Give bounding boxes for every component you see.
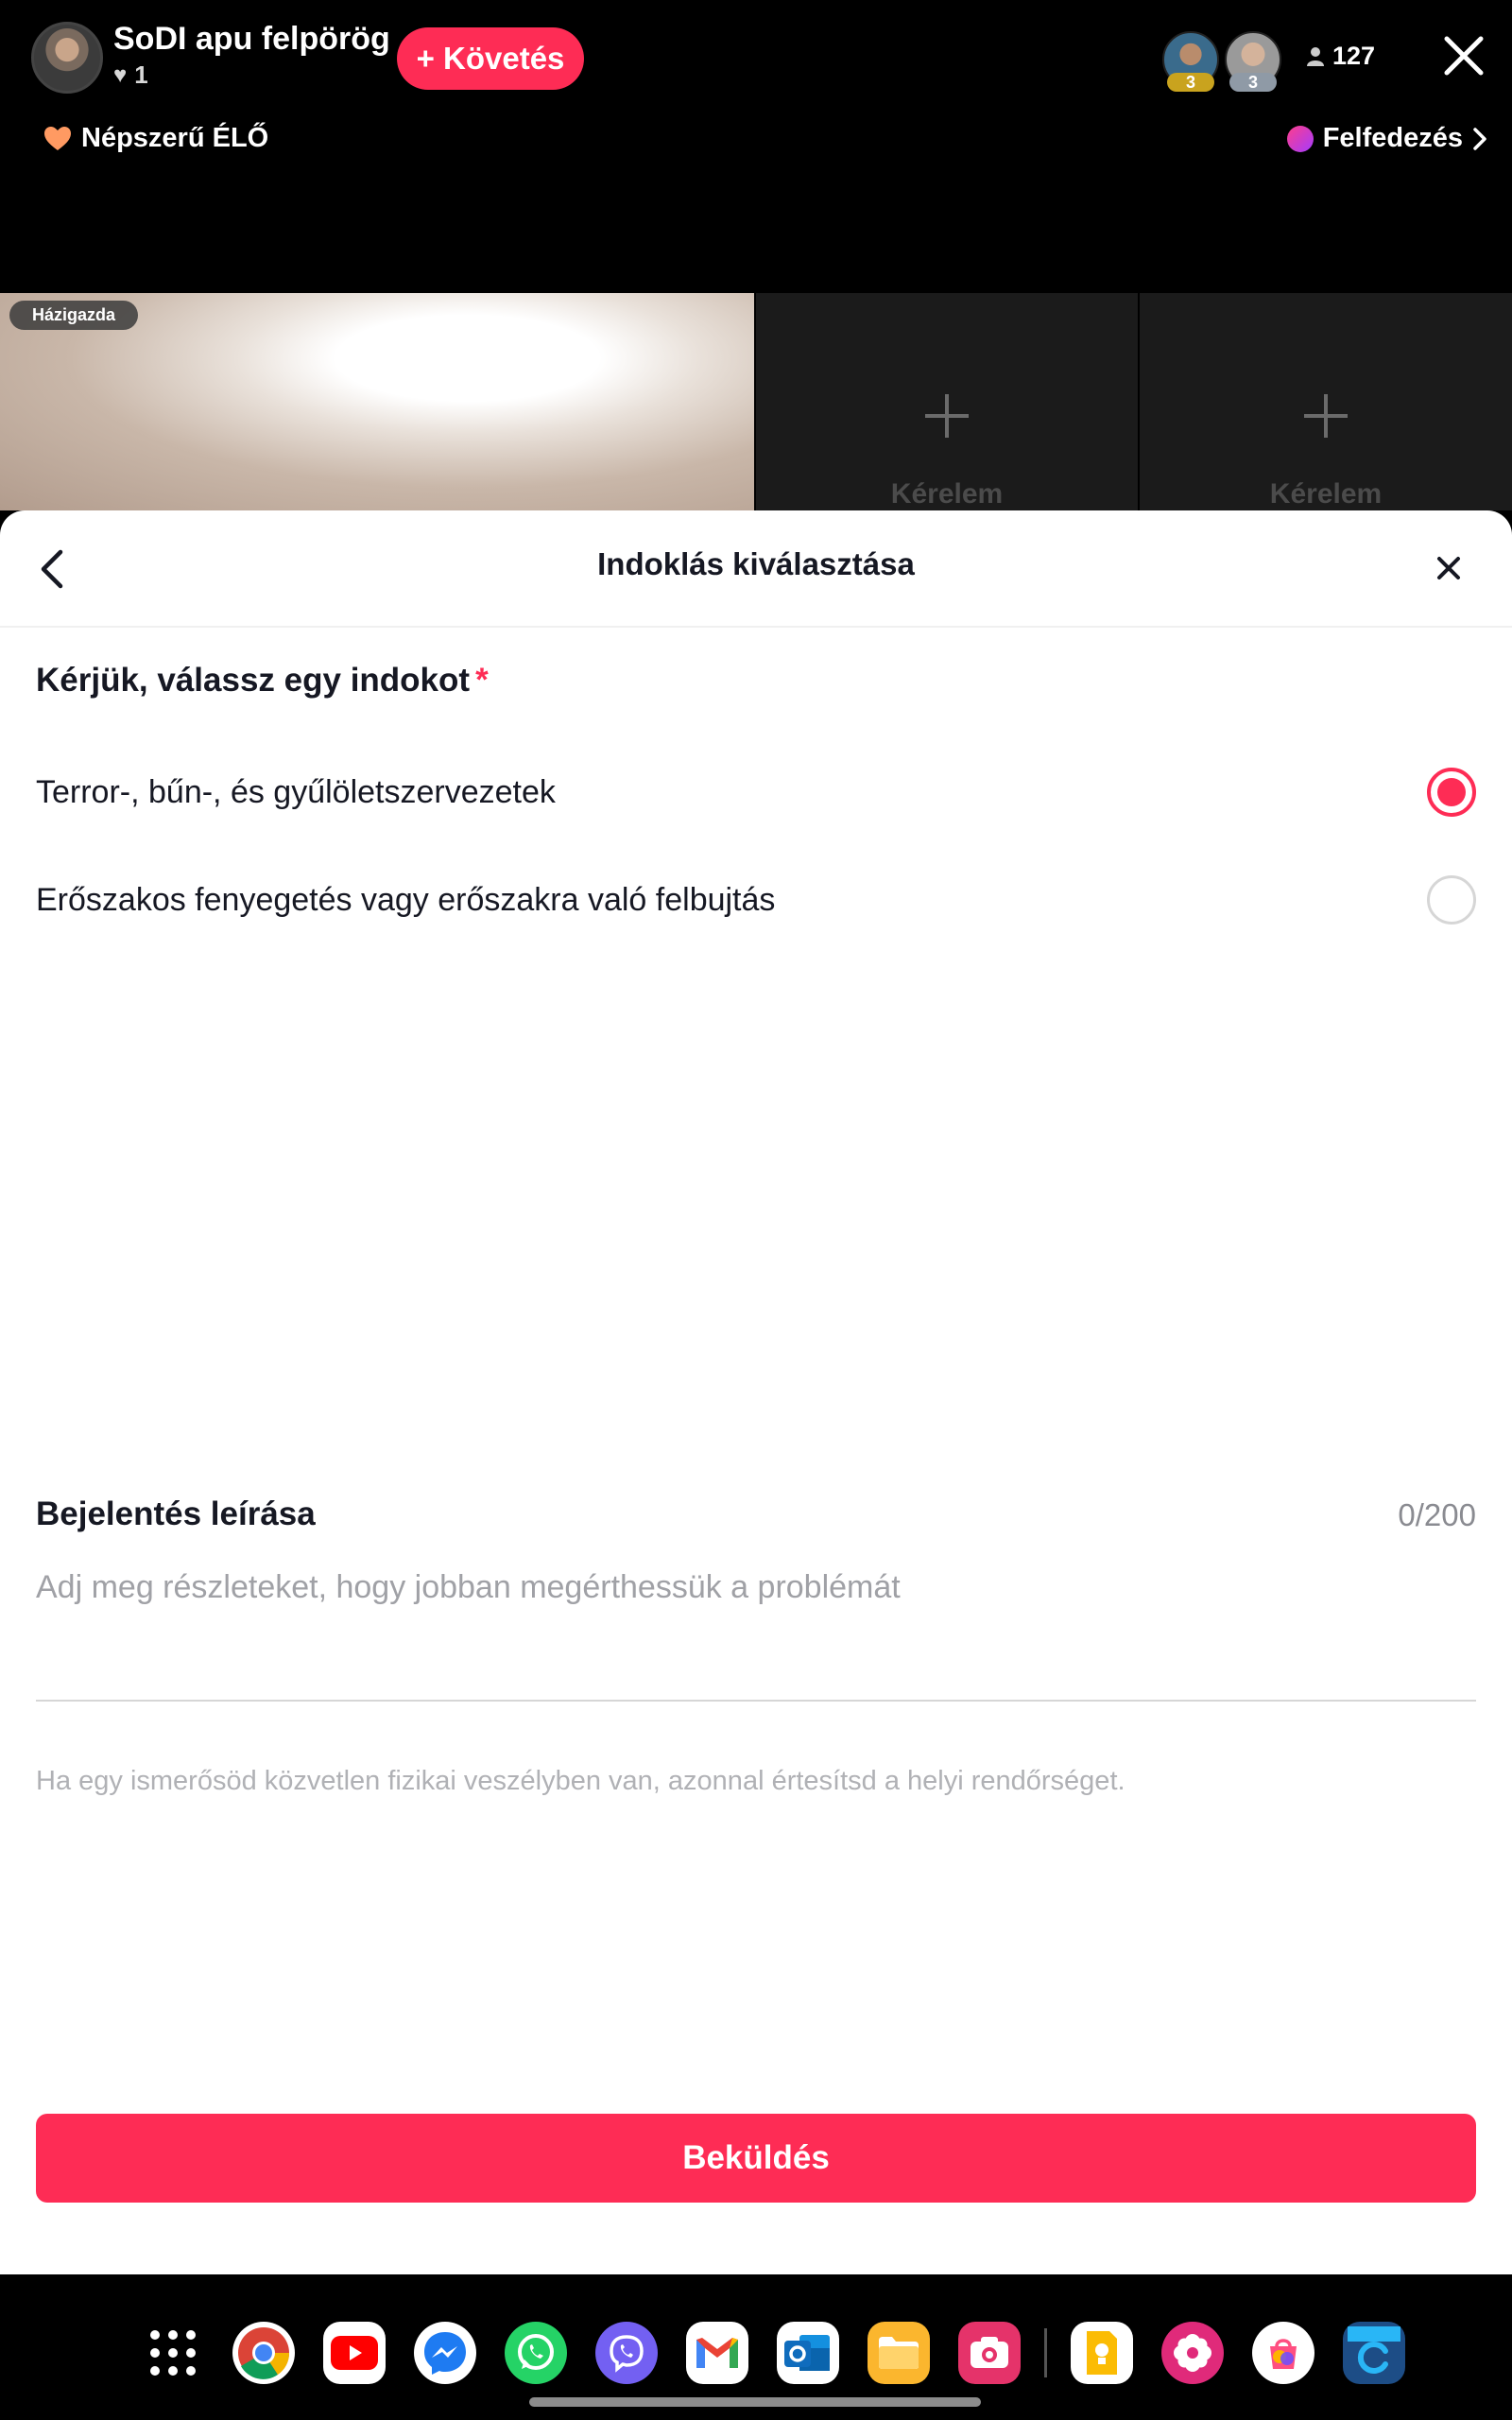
home-indicator[interactable] bbox=[529, 2397, 981, 2407]
sheet-title: Indoklás kiválasztása bbox=[597, 546, 915, 581]
keep-icon[interactable] bbox=[1071, 2322, 1133, 2384]
explore-link[interactable]: Felfedezés bbox=[1286, 123, 1487, 154]
reason-question: Kérjük, válassz egy indokot * bbox=[36, 662, 489, 700]
char-counter: 0/200 bbox=[1398, 1497, 1476, 1532]
guest-slot-label: Kérelem bbox=[1269, 478, 1383, 510]
radio-selected[interactable] bbox=[1427, 768, 1476, 817]
submit-button[interactable]: Beküldés bbox=[36, 2114, 1476, 2203]
chrome-icon[interactable] bbox=[232, 2322, 295, 2384]
viewer-count-value: 127 bbox=[1332, 42, 1376, 70]
whatsapp-icon[interactable] bbox=[505, 2322, 567, 2384]
radio-unselected[interactable] bbox=[1427, 875, 1476, 925]
heart-icon: ♥ bbox=[113, 61, 128, 88]
plus-icon bbox=[1304, 394, 1348, 438]
viewer-avatar[interactable]: 3 bbox=[1225, 31, 1281, 92]
close-live-icon[interactable] bbox=[1442, 34, 1486, 78]
reason-option-label: Erőszakos fenyegetés vagy erőszakra való… bbox=[36, 881, 776, 918]
like-count-value: 1 bbox=[134, 60, 148, 89]
gmail-icon[interactable] bbox=[686, 2322, 748, 2384]
explore-icon bbox=[1286, 125, 1314, 152]
heart-icon bbox=[44, 126, 71, 150]
reason-question-text: Kérjük, válassz egy indokot bbox=[36, 662, 471, 699]
host-name[interactable]: SoDI apu felpörög bbox=[113, 21, 390, 58]
host-tag: Házigazda bbox=[9, 301, 139, 330]
guest-slot[interactable]: Kérelem bbox=[1140, 293, 1512, 510]
screen-recorder-icon[interactable] bbox=[958, 2322, 1021, 2384]
viewer-rank-badge: 3 bbox=[1167, 73, 1214, 92]
description-field[interactable] bbox=[36, 1569, 1476, 1702]
like-count: ♥ 1 bbox=[113, 60, 148, 90]
guest-slot[interactable]: Kérelem bbox=[756, 293, 1138, 510]
popular-live-label: Népszerű ÉLŐ bbox=[81, 123, 269, 153]
reason-option[interactable]: Erőszakos fenyegetés vagy erőszakra való… bbox=[36, 862, 1476, 938]
host-video: Házigazda bbox=[0, 293, 754, 510]
viewer-count[interactable]: 127 bbox=[1306, 42, 1375, 71]
messenger-icon[interactable] bbox=[414, 2322, 476, 2384]
chevron-right-icon bbox=[1473, 127, 1486, 150]
report-sheet: Indoklás kiválasztása Kérjük, válassz eg… bbox=[0, 510, 1512, 2274]
apps-grid-icon[interactable] bbox=[142, 2322, 204, 2384]
youtube-icon[interactable] bbox=[323, 2322, 386, 2384]
files-icon[interactable] bbox=[868, 2322, 930, 2384]
explore-label: Felfedezés bbox=[1322, 123, 1463, 153]
reason-option[interactable]: Terror-, bűn-, és gyűlöletszervezetek bbox=[36, 754, 1476, 830]
viewer-avatar[interactable]: 3 bbox=[1162, 31, 1219, 92]
reason-option-label: Terror-, bűn-, és gyűlöletszervezetek bbox=[36, 773, 556, 810]
dock-separator bbox=[1044, 2328, 1047, 2377]
close-icon[interactable] bbox=[1433, 552, 1465, 584]
viber-icon[interactable] bbox=[595, 2322, 658, 2384]
host-avatar[interactable] bbox=[31, 22, 103, 94]
galaxy-store-icon[interactable] bbox=[1252, 2322, 1314, 2384]
guest-slot-label: Kérelem bbox=[890, 478, 1004, 510]
dock-icons bbox=[142, 2322, 1434, 2384]
required-mark: * bbox=[475, 662, 489, 699]
plus-icon bbox=[925, 394, 969, 438]
safety-warning: Ha egy ismerősöd közvetlen fizikai veszé… bbox=[36, 1766, 1125, 1796]
person-icon bbox=[1307, 46, 1324, 66]
follow-button[interactable]: + Követés bbox=[397, 27, 584, 90]
popular-live-link[interactable]: Népszerű ÉLŐ bbox=[43, 123, 268, 154]
viewer-rank-badge: 3 bbox=[1229, 73, 1277, 92]
sheet-header: Indoklás kiválasztása bbox=[0, 510, 1512, 628]
app-icon[interactable] bbox=[1343, 2322, 1405, 2384]
outlook-icon[interactable] bbox=[777, 2322, 839, 2384]
blossom-icon[interactable] bbox=[1161, 2322, 1224, 2384]
description-title: Bejelentés leírása bbox=[36, 1495, 316, 1532]
live-header: SoDI apu felpörög ♥ 1 + Követés 3 3 127 … bbox=[0, 0, 1512, 293]
